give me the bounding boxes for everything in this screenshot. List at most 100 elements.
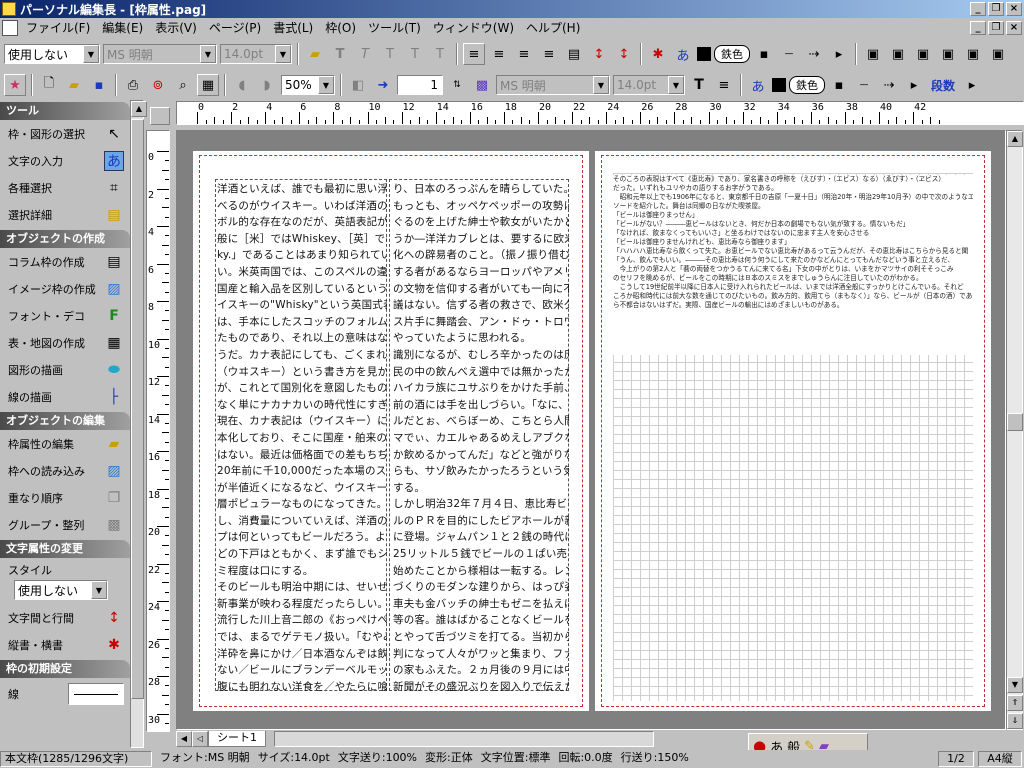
menu-window[interactable]: ウィンドウ(W) [427, 19, 520, 37]
page-down-icon[interactable]: ⇓ [1007, 713, 1023, 729]
next-page-icon[interactable]: ➜ [372, 74, 394, 96]
size-combo-2[interactable]: 14.0pt ▼ [613, 75, 685, 95]
doc-restore-button[interactable]: ❐ [988, 21, 1004, 35]
app-icon[interactable] [2, 2, 16, 16]
frame-tool-2-icon[interactable]: ▣ [887, 43, 909, 65]
chevron-down-icon[interactable]: ▼ [593, 76, 609, 94]
right-page[interactable]: そのころの表現はすべて《恵比寿》であり、家名書きの呼称を（えびす）・（エビス）な… [595, 151, 991, 711]
menu-view[interactable]: 表示(V) [149, 19, 203, 37]
open-folder-icon[interactable]: ▰ [63, 74, 85, 96]
minimize-button[interactable]: _ [970, 2, 986, 16]
font-combo[interactable]: MS 明朝 ▼ [103, 44, 217, 64]
line-spacing-icon[interactable]: ↕ [588, 43, 610, 65]
frame-tool-6-icon[interactable]: ▣ [987, 43, 1009, 65]
tool-column-frame[interactable]: コラム枠の作成 ▤ [0, 248, 130, 275]
section-header-edit[interactable]: オブジェクトの編集 [0, 412, 130, 430]
tool-text-input[interactable]: 文字の入力 あ [0, 147, 130, 174]
distribute-icon[interactable]: ▤ [563, 43, 585, 65]
fill-pattern-icon-2[interactable]: ▪ [828, 74, 850, 96]
tool-image-frame[interactable]: イメージ枠の作成 ▨ [0, 275, 130, 302]
shadow-t-icon[interactable]: T [404, 43, 426, 65]
align-right-icon[interactable]: ≡ [513, 43, 535, 65]
line-dots-icon-2[interactable]: ┈ [853, 74, 875, 96]
text-column-2[interactable]: り、日本のろっぷんを晴らしていた。 もっとも、オッペケペッポーの攻勢に、 ぐるのを上… [393, 181, 569, 691]
panel-scrollbar[interactable]: ▲ [130, 100, 147, 748]
menu-help[interactable]: ヘルプ(H) [520, 19, 586, 37]
text-column-1[interactable]: 洋酒といえば、誰でも最初に思い浮かべるのがウイスキー。いわば洋酒のシンボル的な存… [217, 181, 387, 691]
menu-chevron-icon-2[interactable]: ▸ [903, 74, 925, 96]
menu-chevron-icon[interactable]: ▸ [828, 43, 850, 65]
align-center-icon[interactable]: ≡ [488, 43, 510, 65]
chevron-down-icon[interactable]: ▼ [200, 45, 216, 63]
doc-minimize-button[interactable]: _ [970, 21, 986, 35]
frame-tool-1-icon[interactable]: ▣ [862, 43, 884, 65]
tool-font-deco[interactable]: フォント・デコ F [0, 302, 130, 329]
frame-tool-5-icon[interactable]: ▣ [962, 43, 984, 65]
tool-select-frame[interactable]: 枠・図形の選択 ↖ [0, 120, 130, 147]
size-combo[interactable]: 14.0pt ▼ [220, 44, 292, 64]
menu-page[interactable]: ページ(P) [203, 19, 267, 37]
chevron-down-icon[interactable]: ▼ [83, 45, 99, 63]
italic-t-icon[interactable]: T [354, 43, 376, 65]
menu-edit[interactable]: 編集(E) [96, 19, 149, 37]
section-header-create[interactable]: オブジェクトの作成 [0, 230, 130, 248]
chevron-down-icon[interactable]: ▼ [91, 581, 107, 599]
frame-tool-4-icon[interactable]: ▣ [937, 43, 959, 65]
tool-line-style[interactable]: 線 [0, 678, 130, 710]
columns-button[interactable]: 段数 [928, 77, 958, 94]
section-header-frame-defaults[interactable]: 枠の初期設定 [0, 660, 130, 678]
left-page[interactable]: 洋酒といえば、誰でも最初に思い浮かべるのがウイスキー。いわば洋酒のシンボル的な存… [193, 151, 589, 711]
page-spinner[interactable]: ⇅ [446, 74, 468, 96]
text-t-icon[interactable]: T [688, 74, 710, 96]
shape-2-icon[interactable]: ◗ [256, 74, 278, 96]
justify-icon[interactable]: ≡ [538, 43, 560, 65]
style-select[interactable]: 使用しない ▼ [14, 580, 108, 600]
doc-close-button[interactable]: × [1006, 21, 1022, 35]
sheet-tab[interactable]: シート1 [208, 731, 266, 747]
sheet-first-icon[interactable]: ◀ [176, 731, 192, 747]
tool-load-frame[interactable]: 枠への読み込み ▨ [0, 457, 130, 484]
color-swatch-2[interactable] [772, 78, 786, 92]
vertical-text-icon[interactable]: ✱ [647, 43, 669, 65]
style-combo[interactable]: 使用しない ▼ [4, 44, 100, 64]
tool-layer-order[interactable]: 重なり順序 ❐ [0, 484, 130, 511]
page-number-field[interactable]: 1 [397, 75, 443, 95]
shape-1-icon[interactable]: ◖ [231, 74, 253, 96]
hiragana-a-icon-2[interactable]: あ [747, 74, 769, 96]
restore-button[interactable]: ❐ [988, 2, 1004, 16]
scroll-thumb[interactable] [1007, 413, 1023, 431]
menu-format[interactable]: 書式(L) [267, 19, 319, 37]
save-icon[interactable]: ▪ [88, 74, 110, 96]
grid-icon[interactable]: ▦ [197, 74, 219, 96]
menu-tools[interactable]: ツール(T) [362, 19, 427, 37]
ruler-corner-button[interactable] [150, 107, 170, 125]
font-combo-2[interactable]: MS 明朝 ▼ [496, 75, 610, 95]
horizontal-scrollbar[interactable] [274, 731, 654, 747]
vertical-ruler[interactable]: 0 2 4 6 8 10 12 14 16 18 20 22 24 26 28 30 [146, 130, 170, 732]
tool-frame-attr[interactable]: 枠属性の編集 ▰ [0, 430, 130, 457]
new-doc-icon[interactable]: 🗋 [38, 74, 60, 96]
align-icon[interactable]: ≡ [713, 74, 735, 96]
chevron-down-icon[interactable]: ▼ [668, 76, 684, 94]
fill-pattern-icon[interactable]: ▪ [753, 43, 775, 65]
more-chevron-icon[interactable]: ▸ [961, 74, 983, 96]
tool-various-select[interactable]: 各種選択 ⌗ [0, 174, 130, 201]
preview-icon[interactable]: ⌕ [172, 74, 194, 96]
section-header-tools[interactable]: ツール [0, 102, 130, 120]
color-label[interactable]: 鉄色 [714, 45, 750, 63]
star-icon[interactable]: ★ [4, 74, 26, 96]
color-label-2[interactable]: 鉄色 [789, 76, 825, 94]
tool-spacing[interactable]: 文字間と行間 ↕ [0, 604, 130, 631]
menu-frame[interactable]: 枠(O) [319, 19, 362, 37]
chevron-down-icon[interactable]: ▼ [318, 76, 334, 94]
section-header-text-attr[interactable]: 文字属性の変更 [0, 540, 130, 558]
arrow-line-icon-2[interactable]: ⇢ [878, 74, 900, 96]
sheet-prev-icon[interactable]: ◁ [192, 731, 208, 747]
print-icon[interactable]: ⎙ [122, 74, 144, 96]
tool-draw-shape[interactable]: 図形の描画 ⬬ [0, 356, 130, 383]
page-jump-icon[interactable]: ▩ [471, 74, 493, 96]
tool-select-detail[interactable]: 選択詳細 ▤ [0, 201, 130, 228]
folder-icon[interactable]: ▰ [304, 43, 326, 65]
find-icon[interactable]: ⊚ [147, 74, 169, 96]
frame-tool-3-icon[interactable]: ▣ [912, 43, 934, 65]
